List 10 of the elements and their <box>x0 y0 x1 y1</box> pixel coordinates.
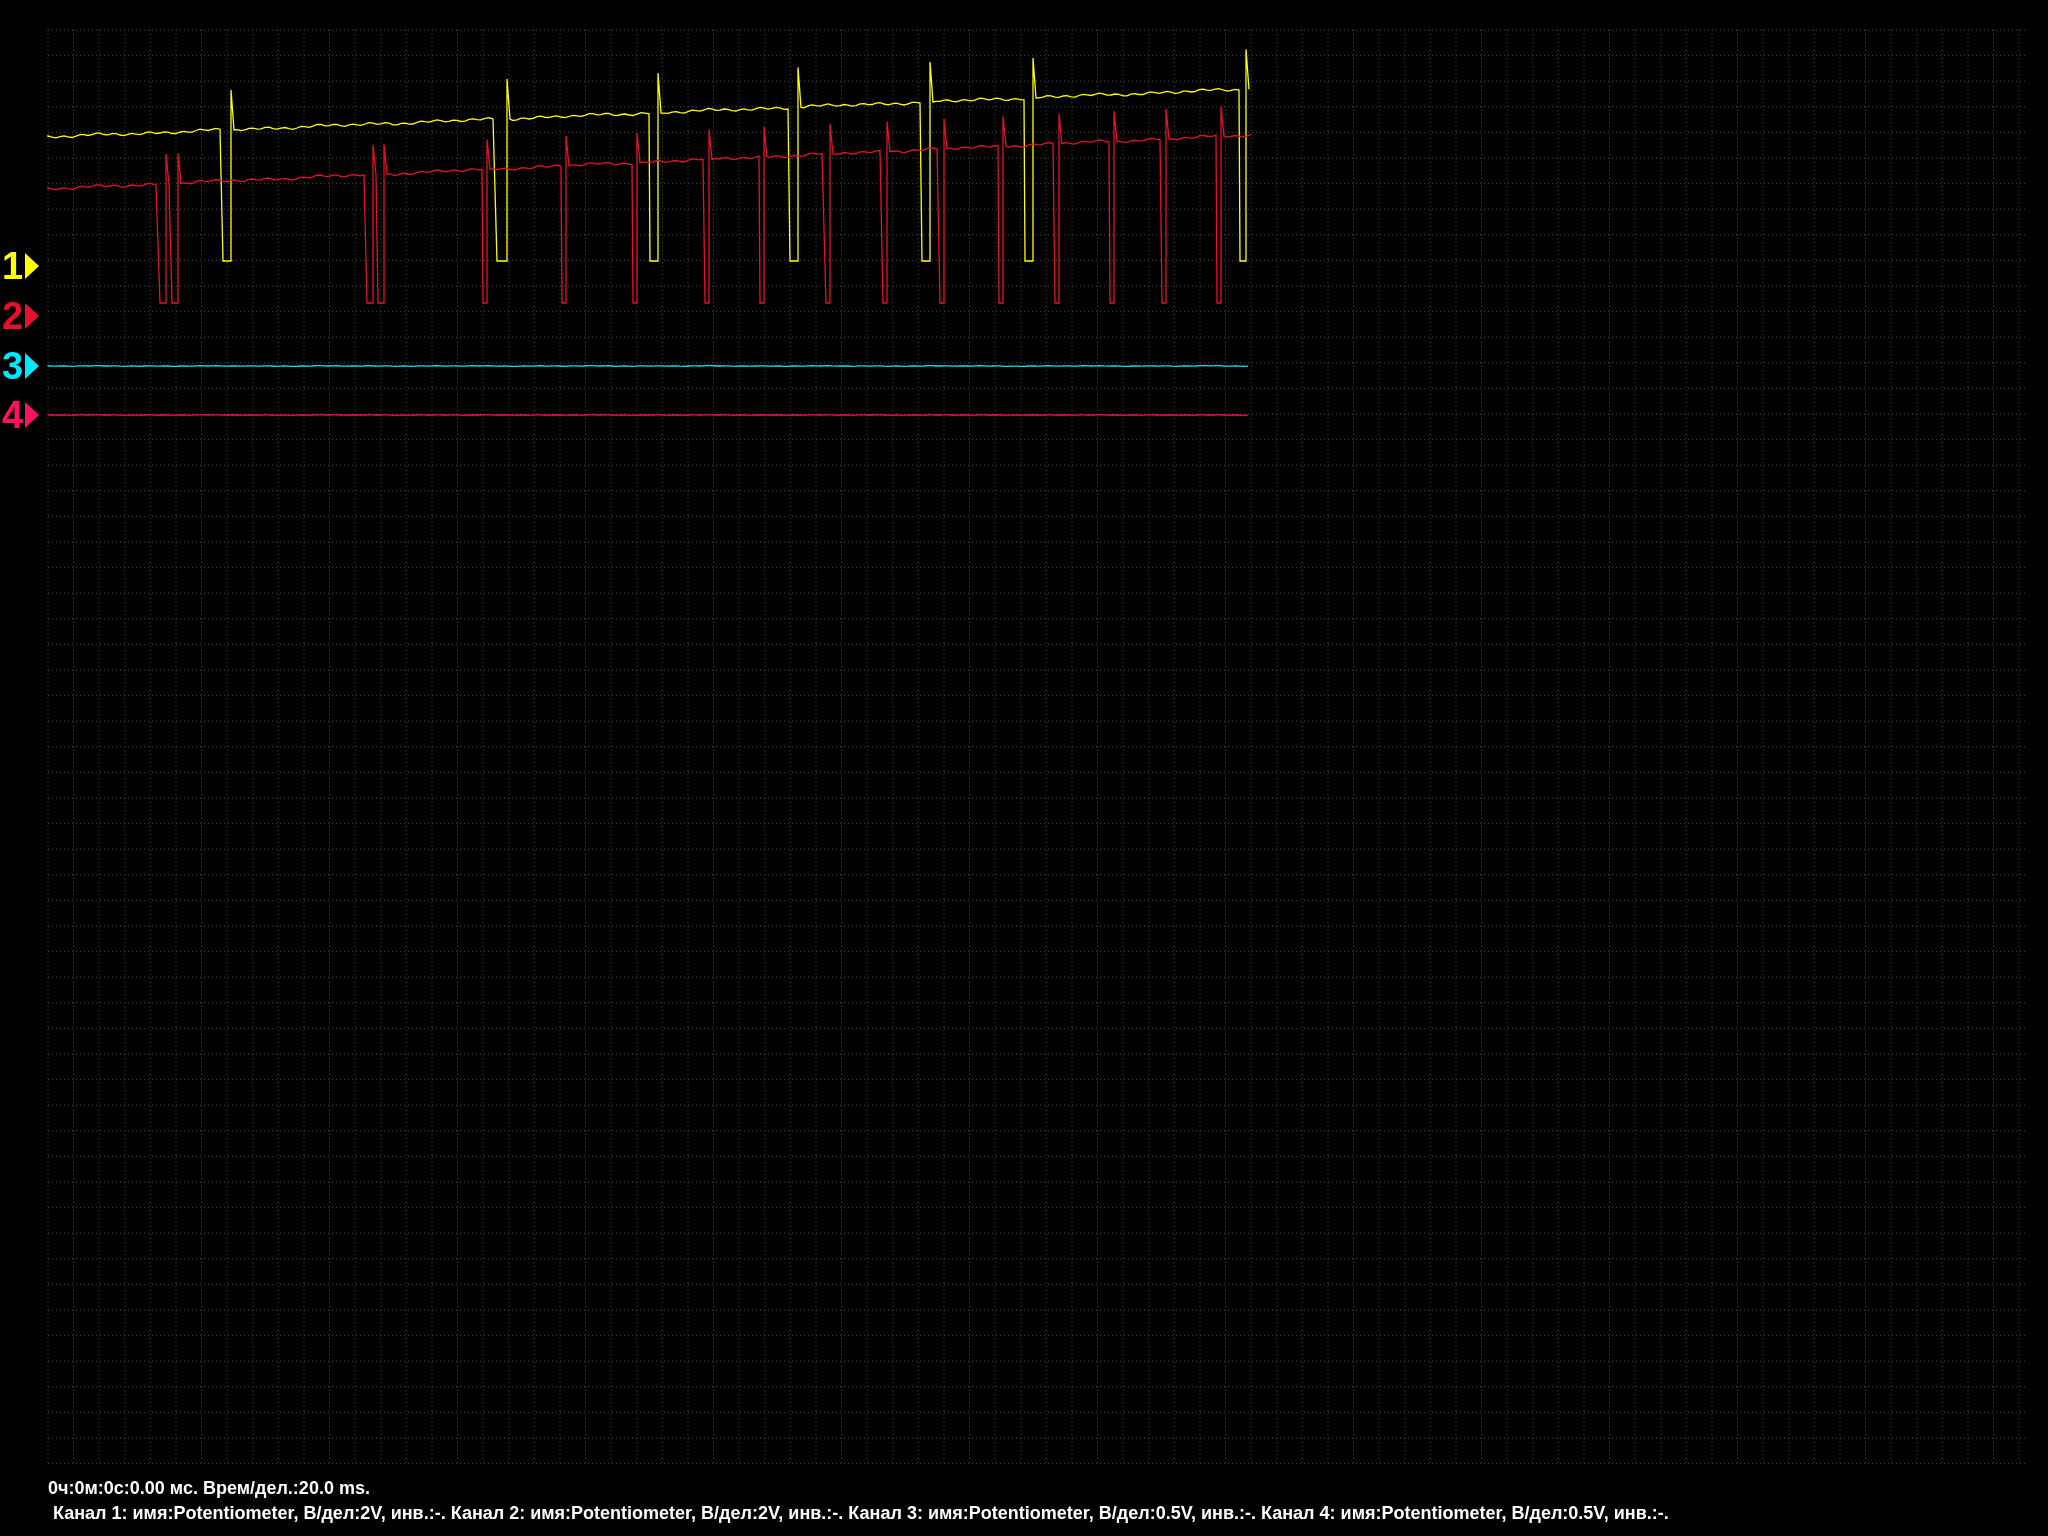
channel-number: 2 <box>2 296 24 336</box>
channel-settings-text: Канал 1: имя:Potentiometer, В/дел:2V, инв.:-. Канал 2: имя:Potentiometer, В/дел:2V, инв.:-. Канал 3: имя:Potentiometer, В/дел:0.5V, инв.:-. Канал 4: имя:Potentiometer, В/дел:0.5V, инв.:-. <box>52 1503 1670 1524</box>
channel-number: 3 <box>2 346 24 386</box>
channel-marker-icon[interactable] <box>25 402 40 428</box>
channel-marker-icon[interactable] <box>25 303 40 329</box>
time-readout: 0ч:0м:0с:0.00 мс. Врем/дел.:20.0 ms. <box>48 1478 371 1499</box>
channel-marker-icon[interactable] <box>25 253 40 279</box>
channel-number: 1 <box>2 246 24 286</box>
channel-marker-icon[interactable] <box>25 353 40 379</box>
channel-number: 4 <box>2 395 24 435</box>
